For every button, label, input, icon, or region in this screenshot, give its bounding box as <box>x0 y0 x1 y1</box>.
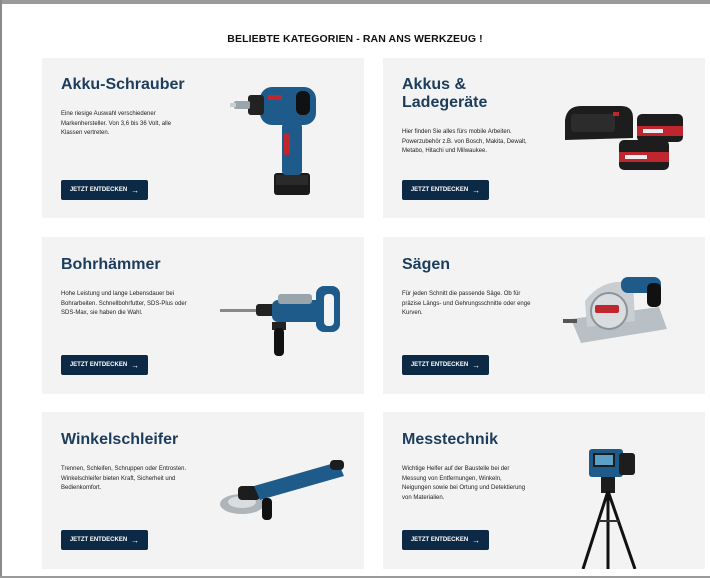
card-title: Bohrhämmer <box>61 256 161 273</box>
discover-button[interactable]: JETZT ENTDECKEN → <box>61 530 148 550</box>
category-card-akkus-ladegeraete[interactable]: Akkus & Ladegeräte Hier finden Sie alles… <box>383 58 705 218</box>
angle-grinder-icon <box>220 460 344 520</box>
discover-button[interactable]: JETZT ENTDECKEN → <box>402 355 489 375</box>
discover-button-label: JETZT ENTDECKEN <box>410 362 469 368</box>
rotary-hammer-icon <box>220 286 340 356</box>
circular-saw-icon <box>563 277 667 343</box>
card-description: Hier finden Sie alles fürs mobile Arbeit… <box>402 129 527 154</box>
cordless-drill-icon <box>230 87 316 195</box>
arrow-right-icon: → <box>131 360 140 370</box>
card-description: Wichtige Helfer auf der Baustelle bei de… <box>402 466 526 501</box>
card-title: Akkus & Ladegeräte <box>402 76 488 111</box>
discover-button-label: JETZT ENTDECKEN <box>69 187 128 193</box>
card-description: Trennen, Schleifen, Schruppen oder Entro… <box>61 466 187 491</box>
laser-measure-tripod-icon <box>581 449 637 569</box>
category-card-messtechnik[interactable]: Messtechnik Wichtige Helfer auf der Baus… <box>383 412 705 569</box>
category-card-bohrhaemmer[interactable]: Bohrhämmer Hohe Leistung und lange Leben… <box>42 237 364 394</box>
arrow-right-icon: → <box>472 535 481 545</box>
window-frame-left <box>0 0 2 578</box>
arrow-right-icon: → <box>472 185 481 195</box>
card-title: Winkelschleifer <box>61 431 179 448</box>
discover-button-label: JETZT ENTDECKEN <box>69 537 128 543</box>
discover-button-label: JETZT ENTDECKEN <box>69 362 128 368</box>
card-description: Hohe Leistung und lange Lebensdauer bei … <box>61 291 187 316</box>
card-title: Messtechnik <box>402 431 499 448</box>
card-title: Sägen <box>402 256 451 273</box>
category-card-winkelschleifer[interactable]: Winkelschleifer Trennen, Schleifen, Schr… <box>42 412 364 569</box>
section-heading: BELIEBTE KATEGORIEN - RAN ANS WERKZEUG ! <box>227 33 483 45</box>
discover-button-label: JETZT ENTDECKEN <box>410 537 469 543</box>
discover-button-label: JETZT ENTDECKEN <box>410 187 469 193</box>
card-title: Akku-Schrauber <box>61 76 185 93</box>
arrow-right-icon: → <box>131 185 140 195</box>
discover-button[interactable]: JETZT ENTDECKEN → <box>402 530 489 550</box>
battery-charger-icon <box>565 106 683 170</box>
discover-button[interactable]: JETZT ENTDECKEN → <box>61 180 148 200</box>
category-card-akku-schrauber[interactable]: Akku-Schrauber Eine riesige Auswahl vers… <box>42 58 364 218</box>
category-card-saegen[interactable]: Sägen Für jeden Schnitt die passende Säg… <box>383 237 705 394</box>
card-description: Eine riesige Auswahl verschiedener Marke… <box>61 111 172 136</box>
discover-button[interactable]: JETZT ENTDECKEN → <box>61 355 148 375</box>
card-description: Für jeden Schnitt die passende Säge. Ob … <box>402 291 531 316</box>
window-frame-top <box>0 0 710 4</box>
arrow-right-icon: → <box>131 535 140 545</box>
arrow-right-icon: → <box>472 360 481 370</box>
discover-button[interactable]: JETZT ENTDECKEN → <box>402 180 489 200</box>
